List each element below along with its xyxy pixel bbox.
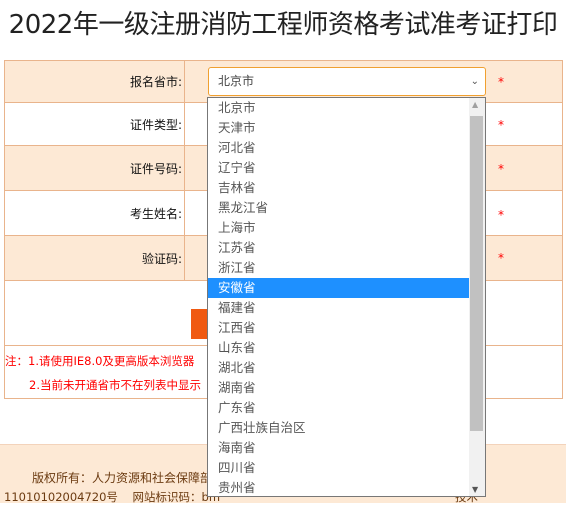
scrollbar[interactable]: ▲ ▼ (469, 98, 485, 496)
note-2: 2.当前未开通省市不在列表中显示 (29, 378, 201, 392)
scroll-down-icon[interactable]: ▼ (472, 485, 478, 494)
captcha-label: 验证码: (5, 236, 185, 280)
dropdown-option[interactable]: 海南省 (208, 438, 470, 458)
dropdown-option[interactable]: 四川省 (208, 458, 470, 478)
dropdown-option[interactable]: 江苏省 (208, 238, 470, 258)
dropdown-option[interactable]: 湖南省 (208, 378, 470, 398)
required-mark: * (498, 118, 504, 132)
name-label: 考生姓名: (5, 191, 185, 235)
dropdown-option[interactable]: 安徽省 (208, 278, 470, 298)
province-select-value: 北京市 (218, 74, 255, 88)
province-select[interactable]: 北京市 ⌄ (208, 67, 486, 96)
dropdown-option[interactable]: 广西壮族自治区 (208, 418, 470, 438)
footer-icp: 11010102004720号 网站标识码：bm (4, 490, 221, 504)
id-number-label: 证件号码: (5, 146, 185, 190)
required-mark: * (498, 208, 504, 222)
scrollbar-thumb[interactable] (470, 116, 483, 431)
required-mark: * (498, 75, 504, 89)
dropdown-option[interactable]: 黑龙江省 (208, 198, 470, 218)
dropdown-option[interactable]: 上海市 (208, 218, 470, 238)
scroll-up-icon[interactable]: ▲ (472, 100, 478, 109)
note-1: 注：1.请使用IE8.0及更高版本浏览器 (5, 354, 195, 368)
chevron-down-icon: ⌄ (470, 76, 479, 87)
required-mark: * (498, 162, 504, 176)
dropdown-option[interactable]: 天津市 (208, 118, 470, 138)
dropdown-option[interactable]: 广东省 (208, 398, 470, 418)
footer-copyright: 版权所有：人力资源和社会保障部 (32, 471, 213, 485)
province-dropdown-list[interactable]: 北京市 天津市 河北省 辽宁省 吉林省 黑龙江省 上海市 江苏省 浙江省 安徽省 福建省 江西省 山东省… (207, 97, 486, 497)
dropdown-option[interactable]: 辽宁省 (208, 158, 470, 178)
dropdown-option[interactable]: 贵州省 (208, 478, 470, 496)
dropdown-option[interactable]: 河北省 (208, 138, 470, 158)
id-type-label: 证件类型: (5, 103, 185, 145)
dropdown-option[interactable]: 浙江省 (208, 258, 470, 278)
dropdown-option[interactable]: 山东省 (208, 338, 470, 358)
province-label: 报名省市: (5, 61, 185, 102)
dropdown-option[interactable]: 吉林省 (208, 178, 470, 198)
dropdown-option[interactable]: 江西省 (208, 318, 470, 338)
dropdown-option[interactable]: 北京市 (208, 98, 470, 118)
page-title: 2022年一级注册消防工程师资格考试准考证打印 (8, 10, 558, 40)
dropdown-option[interactable]: 福建省 (208, 298, 470, 318)
required-mark: * (498, 251, 504, 265)
dropdown-option[interactable]: 湖北省 (208, 358, 470, 378)
